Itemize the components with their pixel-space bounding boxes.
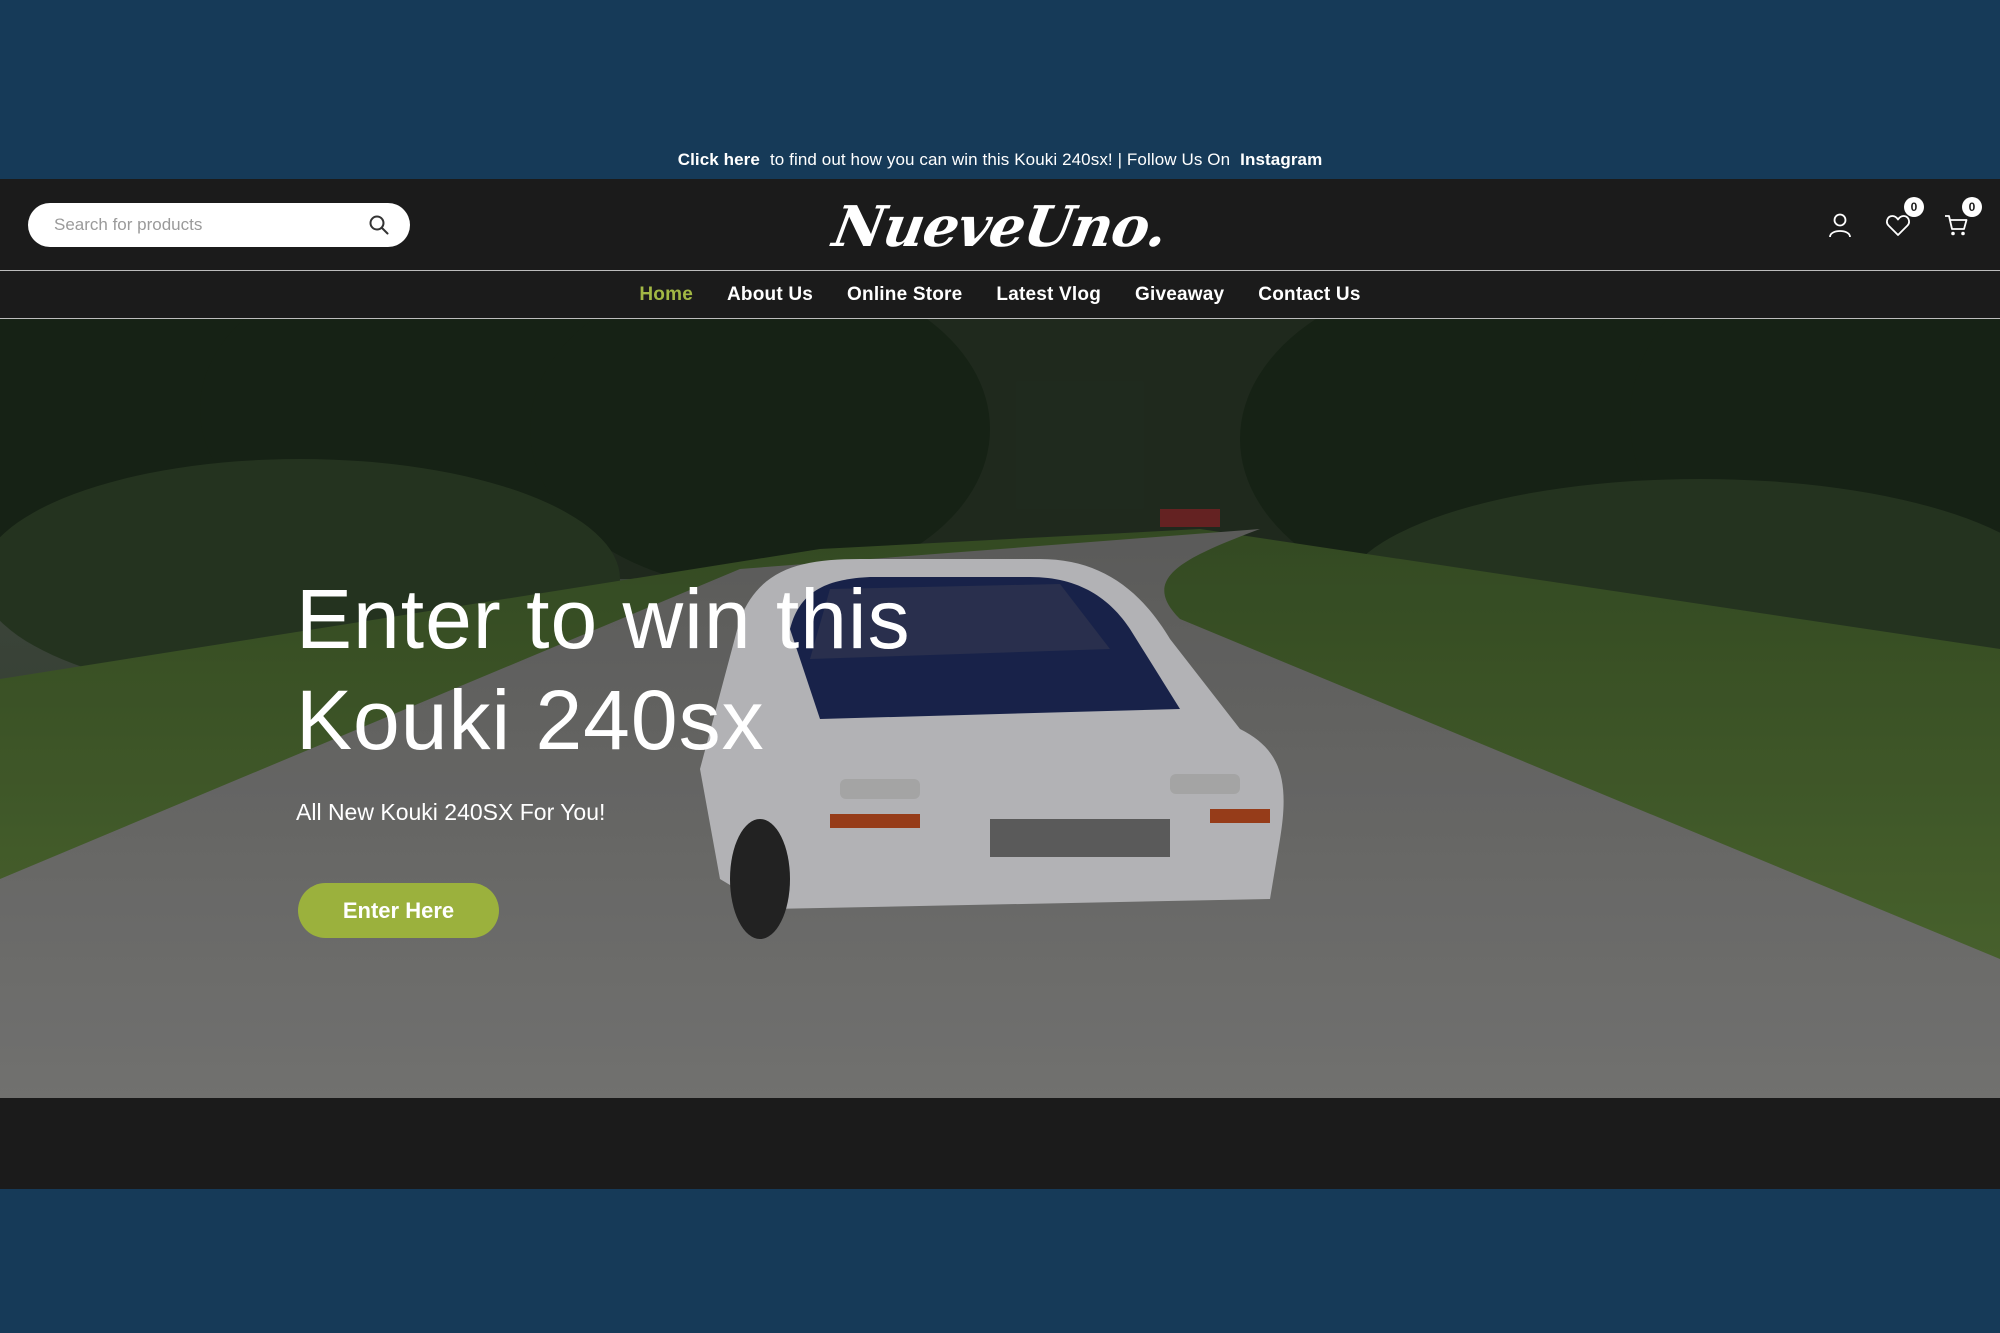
header-actions: 0 0: [1826, 197, 1982, 245]
user-icon[interactable]: [1826, 211, 1854, 239]
cart-button[interactable]: 0: [1942, 197, 1982, 239]
site-container: NueveUno. 0 0 Home About Us Online Store…: [0, 179, 2000, 1189]
wishlist-button[interactable]: 0: [1884, 197, 1924, 239]
announcement-text: to find out how you can win this Kouki 2…: [769, 150, 1231, 169]
hero-title-line1: Enter to win this: [296, 572, 911, 666]
search-box: [28, 203, 410, 247]
main-nav: Home About Us Online Store Latest Vlog G…: [0, 270, 2000, 319]
heart-icon: [1886, 215, 1910, 236]
announcement-link[interactable]: Click here: [678, 150, 760, 170]
hero-title-line2: Kouki 240sx: [296, 672, 765, 767]
nav-giveaway[interactable]: Giveaway: [1135, 284, 1224, 306]
hero-text-block: Enter to win this Kouki 240sx All New Ko…: [296, 569, 1096, 826]
cart-icon: [1945, 215, 1968, 236]
nav-home[interactable]: Home: [639, 284, 693, 306]
below-hero-strip: [0, 1098, 2000, 1189]
nav-about-us[interactable]: About Us: [727, 284, 813, 306]
nav-online-store[interactable]: Online Store: [847, 284, 962, 306]
instagram-link[interactable]: Instagram: [1240, 150, 1322, 170]
hero-title: Enter to win this Kouki 240sx: [296, 569, 1096, 771]
site-header: NueveUno. 0 0: [0, 179, 2000, 270]
hero-subtitle: All New Kouki 240SX For You!: [296, 798, 606, 825]
nav-latest-vlog[interactable]: Latest Vlog: [996, 284, 1101, 306]
site-logo[interactable]: NueveUno.: [815, 194, 1186, 260]
enter-here-button[interactable]: Enter Here: [298, 883, 499, 938]
cart-count-badge: 0: [1962, 197, 1982, 217]
wishlist-count-badge: 0: [1904, 197, 1924, 217]
nav-contact-us[interactable]: Contact Us: [1258, 284, 1360, 306]
announcement-bar: Click here to find out how you can win t…: [0, 140, 2000, 180]
search-icon[interactable]: [368, 214, 390, 236]
hero-banner: Enter to win this Kouki 240sx All New Ko…: [0, 319, 2000, 1098]
search-input[interactable]: [52, 214, 368, 236]
